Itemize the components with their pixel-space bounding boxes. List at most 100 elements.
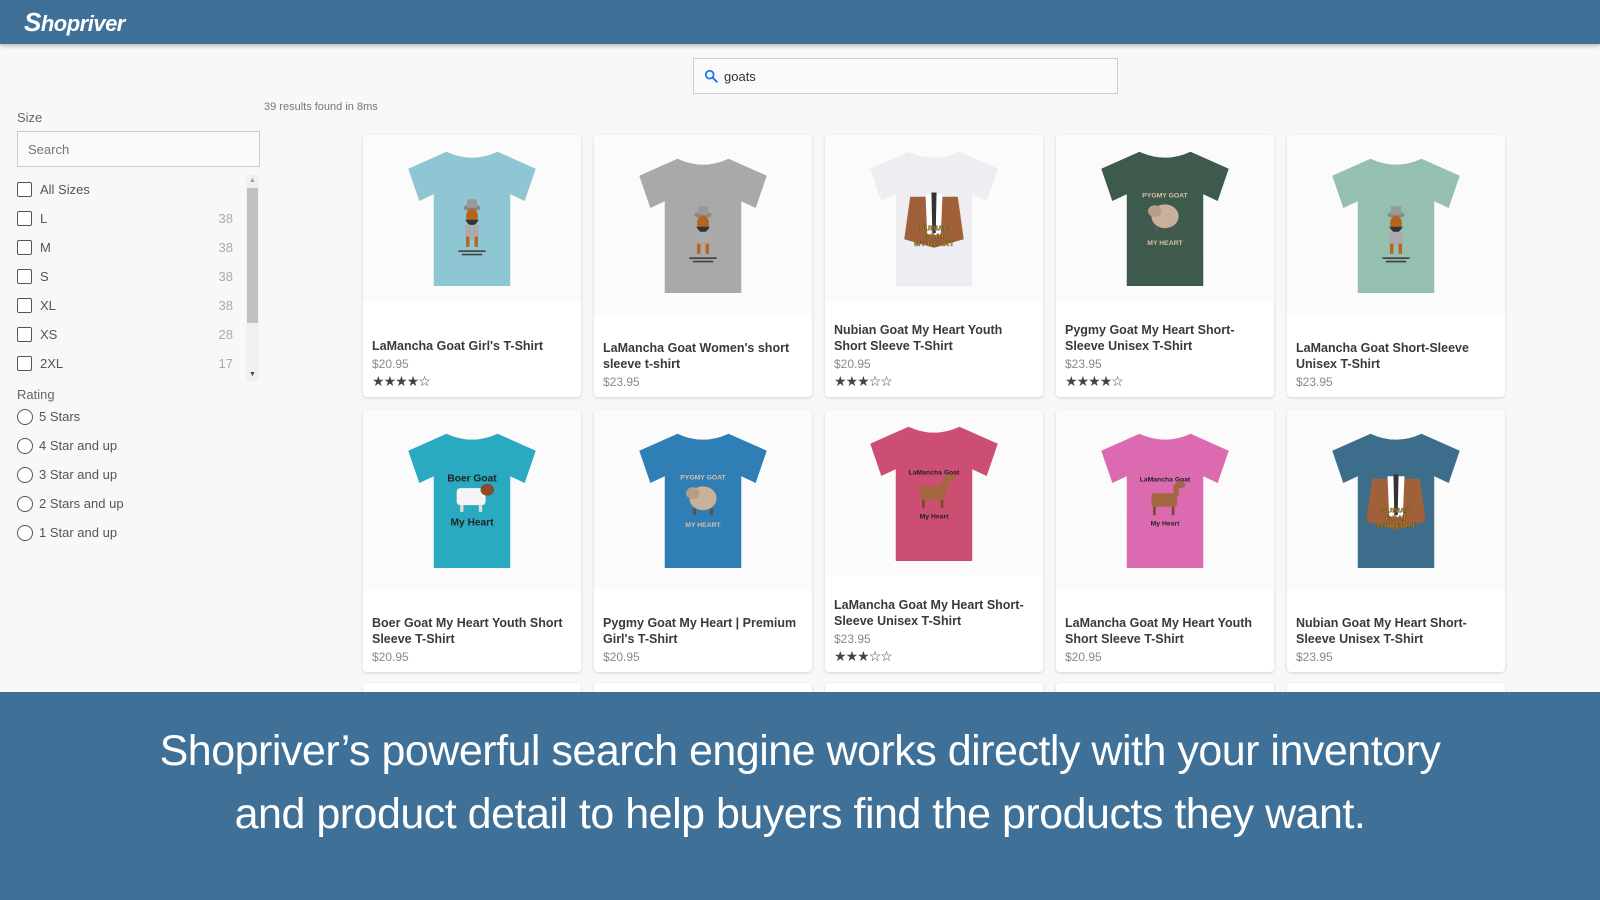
scroll-thumb[interactable] <box>247 188 258 323</box>
product-title[interactable]: LaMancha Goat My Heart Youth Short Sleev… <box>1065 615 1266 647</box>
checkbox[interactable] <box>17 298 32 313</box>
product-title[interactable]: Pygmy Goat My Heart Short-Sleeve Unisex … <box>1065 322 1266 354</box>
checkbox[interactable] <box>17 327 32 342</box>
shopriver-logo[interactable]: Shopriver <box>24 7 125 38</box>
checkbox[interactable] <box>17 240 32 255</box>
product-image[interactable] <box>1287 135 1505 315</box>
radio-button[interactable] <box>17 466 33 483</box>
product-image[interactable]: NUBIAN GOAT MY HEART <box>1287 410 1505 590</box>
product-info: Pygmy Goat My Heart | Premium Girl's T-S… <box>603 615 804 664</box>
product-info: LaMancha Goat Short-Sleeve Unisex T-Shir… <box>1296 340 1497 389</box>
size-count: 28 <box>218 327 233 342</box>
rating-option[interactable]: 5 Stars <box>17 402 262 431</box>
star-filled-icon: ★ <box>857 373 870 389</box>
product-card[interactable]: NUBIAN GOAT MY HEART Nubian Goat My Heart Y… <box>825 135 1043 397</box>
product-image[interactable]: Boer Goat My Heart <box>363 410 581 590</box>
size-option-s[interactable]: S 38 <box>17 262 239 291</box>
product-image[interactable] <box>363 135 581 301</box>
size-search-input[interactable] <box>17 131 260 167</box>
size-option-l[interactable]: L 38 <box>17 204 239 233</box>
size-count: 38 <box>218 298 233 313</box>
product-title[interactable]: LaMancha Goat My Heart Short-Sleeve Unis… <box>834 597 1035 629</box>
svg-text:My Heart: My Heart <box>1151 521 1180 528</box>
tshirt-image <box>1332 158 1460 293</box>
size-option-xl[interactable]: XL 38 <box>17 291 239 320</box>
product-title[interactable]: LaMancha Goat Short-Sleeve Unisex T-Shir… <box>1296 340 1497 372</box>
size-option-xs[interactable]: XS 28 <box>17 320 239 349</box>
search-input[interactable] <box>724 68 1104 84</box>
product-card[interactable]: PYGMY GOAT MY HEART Pygmy Goat My Heart Sh… <box>1056 135 1274 397</box>
product-price: $20.95 <box>372 650 409 664</box>
radio-button[interactable] <box>17 495 33 512</box>
radio-button[interactable] <box>17 437 33 454</box>
radio-button[interactable] <box>17 408 33 425</box>
product-card[interactable]: LaMancha Goat My Heart LaMancha Goat My He… <box>1056 410 1274 672</box>
svg-text:MY HEART: MY HEART <box>1376 521 1416 530</box>
rating-label: 4 Star and up <box>39 438 118 453</box>
product-card[interactable]: NUBIAN GOAT MY HEART Nubian Goat My Heart S… <box>1287 410 1505 672</box>
star-filled-icon: ★ <box>406 373 420 389</box>
rating-option[interactable]: 2 Stars and up <box>17 489 262 518</box>
radio-button[interactable] <box>17 524 33 541</box>
product-info: LaMancha Goat Girl's T-Shirt $20.95 ★★★★☆ <box>372 338 573 389</box>
search-icon <box>704 69 718 83</box>
product-title[interactable]: Boer Goat My Heart Youth Short Sleeve T-… <box>372 615 573 647</box>
size-option-m[interactable]: M 38 <box>17 233 239 262</box>
checkbox[interactable] <box>17 269 32 284</box>
rating-option[interactable]: 1 Star and up <box>17 518 262 547</box>
product-card[interactable]: LaMancha Goat Short-Sleeve Unisex T-Shir… <box>1287 135 1505 397</box>
product-info: LaMancha Goat My Heart Youth Short Sleev… <box>1065 615 1266 664</box>
product-card[interactable]: LaMancha Goat Girl's T-Shirt $20.95 ★★★★☆ <box>363 135 581 397</box>
star-filled-icon: ★ <box>395 373 408 389</box>
product-image[interactable]: LaMancha Goat My Heart <box>825 410 1043 576</box>
product-image[interactable]: PYGMY GOAT MY HEART <box>1056 135 1274 301</box>
product-title[interactable]: Nubian Goat My Heart Youth Short Sleeve … <box>834 322 1035 354</box>
product-title[interactable]: Nubian Goat My Heart Short-Sleeve Unisex… <box>1296 615 1497 647</box>
product-image[interactable]: NUBIAN GOAT MY HEART <box>825 135 1043 301</box>
star-filled-icon: ★ <box>372 373 385 389</box>
product-image[interactable] <box>594 135 812 315</box>
product-title[interactable]: LaMancha Goat Girl's T-Shirt <box>372 338 573 354</box>
product-info: LaMancha Goat My Heart Short-Sleeve Unis… <box>834 597 1035 664</box>
product-price: $20.95 <box>834 357 871 371</box>
product-card[interactable]: Boer Goat My Heart Boer Goat My Heart Yout… <box>363 410 581 672</box>
product-title[interactable]: LaMancha Goat Women's short sleeve t-shi… <box>603 340 804 372</box>
product-image[interactable]: PYGMY GOAT MY HEART <box>594 410 812 590</box>
checkbox[interactable] <box>17 356 32 371</box>
product-title[interactable]: Pygmy Goat My Heart | Premium Girl's T-S… <box>603 615 804 647</box>
product-card[interactable]: PYGMY GOAT MY HEART Pygmy Goat My Heart | … <box>594 410 812 672</box>
product-price: $23.95 <box>1065 357 1102 371</box>
star-filled-icon: ★ <box>857 648 870 664</box>
tshirt-image <box>639 158 767 293</box>
star-rating: ★★★☆☆ <box>834 373 1035 389</box>
size-count: 38 <box>218 269 233 284</box>
product-card[interactable]: LaMancha Goat My Heart LaMancha Goat My He… <box>825 410 1043 672</box>
size-label: XS <box>40 327 58 342</box>
checkbox[interactable] <box>17 182 32 197</box>
tshirt-image: NUBIANGOATMY HEART <box>870 151 998 286</box>
product-search-bar[interactable] <box>693 58 1118 94</box>
promo-caption-banner: Shopriver’s powerful search engine works… <box>0 692 1600 900</box>
scroll-up-arrow-icon[interactable]: ▲ <box>246 175 259 187</box>
product-image[interactable]: LaMancha Goat My Heart <box>1056 410 1274 590</box>
rating-option[interactable]: 3 Star and up <box>17 460 262 489</box>
size-option-all-sizes[interactable]: All Sizes <box>17 175 239 204</box>
checkbox[interactable] <box>17 211 32 226</box>
rating-option[interactable]: 4 Star and up <box>17 431 262 460</box>
star-filled-icon: ★ <box>834 648 847 664</box>
product-card[interactable]: LaMancha Goat Women's short sleeve t-shi… <box>594 135 812 397</box>
star-rating: ★★★☆☆ <box>834 648 1035 664</box>
size-option-2xl[interactable]: 2XL 17 <box>17 349 239 378</box>
star-empty-icon: ☆ <box>868 648 882 664</box>
product-price: $23.95 <box>834 632 871 646</box>
size-label: S <box>40 269 49 284</box>
star-filled-icon: ★ <box>834 373 847 389</box>
tshirt-image: PYGMY GOAT MY HEART <box>1101 151 1229 286</box>
scroll-down-arrow-icon[interactable]: ▼ <box>246 369 259 381</box>
star-empty-icon: ☆ <box>868 373 882 389</box>
size-list-scrollbar[interactable]: ▲ ▼ <box>246 175 259 381</box>
product-info: Boer Goat My Heart Youth Short Sleeve T-… <box>372 615 573 664</box>
svg-text:PYGMY GOAT: PYGMY GOAT <box>1142 193 1188 200</box>
star-empty-icon: ☆ <box>880 648 893 664</box>
size-count: 38 <box>218 240 233 255</box>
